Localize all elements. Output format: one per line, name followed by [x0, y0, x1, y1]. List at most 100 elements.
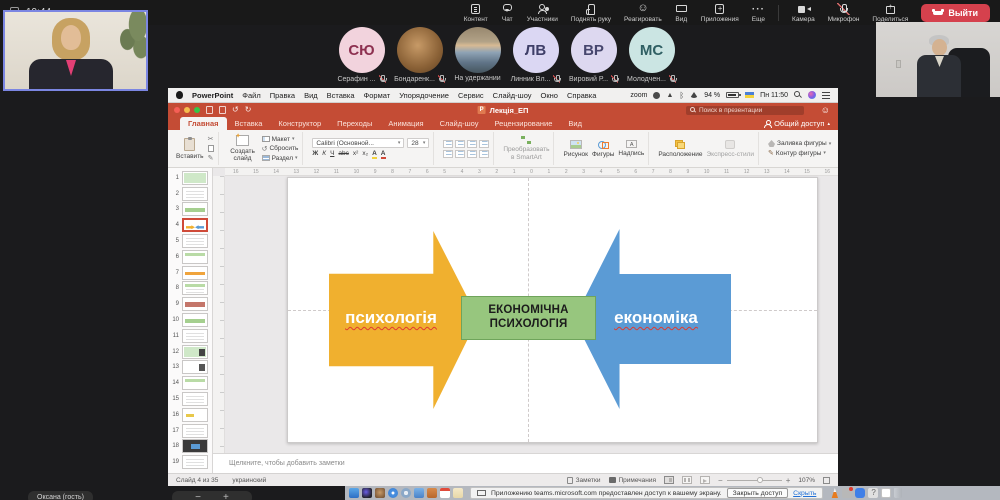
dock-icon[interactable]	[401, 488, 411, 498]
apple-icon[interactable]	[176, 91, 183, 99]
shape-outline-button[interactable]: Контур фигуры ▾	[768, 149, 826, 157]
participant[interactable]: МС Молодчен...	[627, 27, 676, 85]
notes-toggle-button[interactable]: Заметки	[567, 477, 601, 484]
align-center-button[interactable]	[455, 150, 465, 158]
ribbon-tab[interactable]: Вставка	[227, 117, 271, 130]
insert-textbox-button[interactable]: Надпись	[618, 140, 644, 157]
fit-to-window-button[interactable]	[823, 477, 830, 484]
slide-thumbnail-row[interactable]: 2	[168, 186, 212, 202]
video-tile-active-speaker[interactable]	[3, 10, 148, 91]
bullet-list-button[interactable]	[443, 140, 453, 148]
slide-thumbnail-row[interactable]: 6	[168, 249, 212, 265]
menubar-menu[interactable]: Файл	[242, 91, 260, 100]
dock-icon[interactable]	[855, 488, 865, 498]
menubar-menu[interactable]: Упорядочение	[399, 91, 449, 100]
save-icon[interactable]	[219, 106, 226, 114]
dock-icon[interactable]	[375, 488, 385, 498]
dock-icon[interactable]	[440, 488, 450, 498]
menubar-clock[interactable]: Пн 11:50	[760, 92, 788, 99]
slide-sorter-view-button[interactable]	[682, 476, 692, 484]
italic-button[interactable]: К	[322, 150, 326, 157]
slide-thumbnail-row[interactable]: 4	[168, 217, 212, 233]
zoom-in-button[interactable]: +	[786, 476, 791, 485]
superscript-button[interactable]: х²	[353, 150, 358, 157]
align-right-button[interactable]	[467, 150, 477, 158]
toolbar-button[interactable]: Вид	[675, 3, 688, 23]
video-tile-participant[interactable]	[876, 22, 1000, 97]
menubar-menu[interactable]: Вид	[304, 91, 318, 100]
dock-icon[interactable]	[388, 488, 398, 498]
dock-icon[interactable]	[894, 488, 902, 498]
dock-icon[interactable]	[362, 488, 372, 498]
zoom-out-button[interactable]: −	[718, 476, 723, 485]
device-button[interactable]: Поделиться	[872, 3, 908, 23]
leave-meeting-button[interactable]: Выйти	[921, 4, 990, 22]
menubar-menu[interactable]: Вставка	[327, 91, 355, 100]
minimize-window-button[interactable]	[184, 107, 190, 113]
highlight-color-button[interactable]: А	[372, 150, 377, 159]
slide-thumbnail-row[interactable]: 18	[168, 439, 212, 455]
convert-smartart-button[interactable]: Преобразовать в SmartArt	[503, 136, 549, 161]
toolbar-button[interactable]: Чат	[501, 3, 514, 23]
layout-button[interactable]: Макет ▾	[262, 136, 295, 143]
dock-icon[interactable]	[427, 488, 437, 498]
font-color-button[interactable]: А	[381, 150, 386, 159]
notification-center-icon[interactable]	[822, 92, 830, 99]
zoom-in-button[interactable]: +	[223, 493, 229, 500]
slide-thumbnail-row[interactable]: 16	[168, 407, 212, 423]
quick-styles-button[interactable]: Экспресс-стили	[707, 140, 755, 158]
shape-fill-button[interactable]: Заливка фигуры ▾	[768, 140, 831, 147]
ribbon-tab[interactable]: Конструктор	[270, 117, 329, 130]
siri-icon[interactable]	[808, 91, 816, 99]
wifi-icon[interactable]	[690, 92, 698, 98]
slide-thumbnail-row[interactable]: 9	[168, 296, 212, 312]
dock-icon[interactable]	[881, 488, 891, 498]
spotlight-search-icon[interactable]	[794, 91, 802, 99]
slide-thumbnail-row[interactable]: 13	[168, 360, 212, 376]
bold-button[interactable]: Ж	[312, 150, 318, 157]
stop-sharing-button[interactable]: Закрыть доступ	[727, 488, 788, 498]
subscript-button[interactable]: х₂	[362, 150, 368, 157]
slide-thumbnail-row[interactable]: 7	[168, 265, 212, 281]
new-slide-button[interactable]: Создать слайд	[228, 135, 258, 162]
slide-thumbnail-row[interactable]: 1	[168, 170, 212, 186]
decrease-indent-button[interactable]	[467, 140, 477, 148]
cut-icon[interactable]	[208, 135, 214, 143]
participant[interactable]: ВР Вировий Р...	[569, 27, 618, 85]
normal-view-button[interactable]	[664, 476, 674, 484]
device-button[interactable]: Камера	[792, 3, 815, 23]
redo-icon[interactable]: ↻	[245, 106, 252, 114]
participant[interactable]: ЛВ Линник Вл...	[511, 27, 560, 85]
participant[interactable]: Бондаренк...	[395, 27, 444, 85]
participant[interactable]: СЮ Серафин ...	[337, 27, 386, 85]
font-name-select[interactable]: Calibri (Основной... ▾	[312, 138, 404, 148]
ribbon-tab[interactable]: Вид	[560, 117, 590, 130]
dock-icon[interactable]	[868, 488, 878, 498]
insert-shapes-button[interactable]: Фигуры	[592, 140, 614, 158]
menubar-menu[interactable]: Справка	[567, 91, 596, 100]
slide-thumbnail-row[interactable]: 17	[168, 423, 212, 439]
slide-thumbnail-row[interactable]: 8	[168, 281, 212, 297]
upload-status-icon[interactable]: ▲	[666, 92, 673, 99]
slide-thumbnail-row[interactable]: 11	[168, 328, 212, 344]
psychology-label[interactable]: психологія	[326, 308, 456, 328]
menubar-menu[interactable]: Сервис	[458, 91, 484, 100]
dock-icon[interactable]	[349, 488, 359, 498]
menubar-menu[interactable]: Слайд-шоу	[493, 91, 532, 100]
device-button[interactable]: Микрофон	[828, 3, 860, 23]
toolbar-button[interactable]: Поднять руку	[571, 3, 611, 23]
comments-toggle-button[interactable]: Примечания	[609, 477, 657, 484]
strikethrough-button[interactable]: abc	[338, 150, 348, 157]
slide-thumbnail-row[interactable]: 3	[168, 202, 212, 218]
new-document-icon[interactable]	[206, 106, 213, 114]
format-painter-icon[interactable]	[208, 154, 214, 162]
slide-canvas[interactable]: психологія економіка ЕКОНОМІЧНА ПСИХОЛОГ…	[287, 177, 818, 443]
language-indicator[interactable]: украинский	[232, 477, 266, 484]
slide-thumbnail-row[interactable]: 19	[168, 454, 212, 470]
participant[interactable]: На удержании	[453, 27, 502, 85]
menubar-menu[interactable]: Формат	[364, 91, 391, 100]
slide-thumbnail-row[interactable]: 12	[168, 344, 212, 360]
toolbar-button[interactable]: Приложения	[701, 3, 739, 23]
insert-picture-button[interactable]: Рисунок	[563, 140, 588, 158]
font-size-select[interactable]: 28 ▾	[407, 138, 429, 148]
